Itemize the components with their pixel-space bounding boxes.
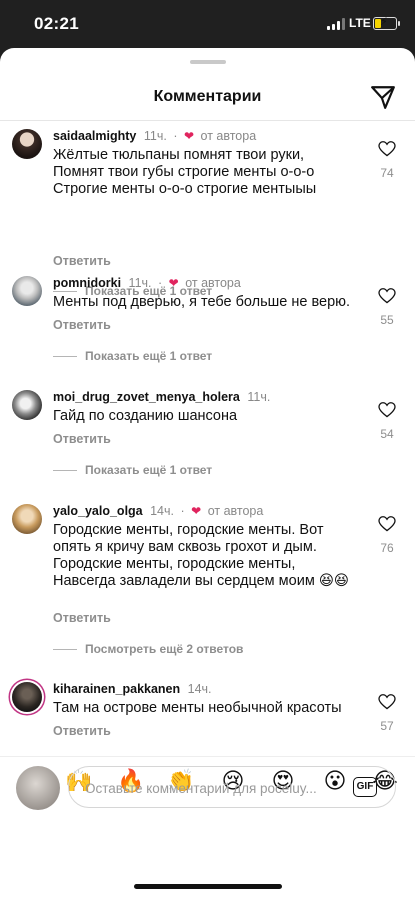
author-liked-label: от автора — [200, 129, 257, 143]
comment-header: kiharainen_pakkanen 14ч. — [53, 682, 212, 696]
header-divider — [0, 120, 415, 121]
comment-time: 11ч. — [143, 129, 167, 143]
page-title: Комментарии — [153, 88, 262, 105]
show-replies-label: Показать ещё 1 ответ — [85, 463, 213, 477]
show-replies-label: Показать ещё 1 ответ — [85, 349, 213, 363]
reply-button[interactable]: Ответить — [53, 611, 111, 625]
gif-button[interactable]: GIF — [353, 777, 377, 797]
home-indicator — [134, 884, 282, 889]
reply-button[interactable]: Ответить — [53, 254, 111, 268]
author-heart-icon: ❤ — [168, 276, 179, 290]
like-count: 54 — [380, 427, 394, 441]
show-replies-button[interactable]: Показать ещё 1 ответ — [53, 463, 212, 477]
comment-time: 11ч. — [128, 276, 152, 290]
like-button[interactable]: 57 — [375, 694, 399, 733]
comment-header: yalo_yalo_olga 14ч. · ❤ от автора — [53, 504, 263, 518]
like-count: 76 — [380, 541, 394, 555]
reply-button[interactable]: Ответить — [53, 432, 111, 446]
comment-time: 14ч. — [150, 504, 174, 518]
separator-dot: · — [180, 504, 185, 518]
comment-text: Там на острове менты необычной красоты — [53, 700, 342, 716]
author-liked-label: от автора — [207, 504, 264, 518]
comment-time: 11ч. — [247, 390, 271, 404]
comment-username[interactable]: moi_drug_zovet_menya_holera — [53, 390, 240, 404]
comment-username[interactable]: kiharainen_pakkanen — [53, 682, 180, 696]
separator-dot: · — [173, 129, 178, 143]
sheet-grabber[interactable] — [190, 60, 226, 64]
cellular-signal-icon — [327, 18, 345, 30]
comment-username[interactable]: yalo_yalo_olga — [53, 504, 143, 518]
like-count: 55 — [380, 313, 394, 327]
author-heart-icon: ❤ — [191, 504, 202, 518]
heart-outline-icon — [378, 694, 396, 710]
avatar[interactable] — [12, 390, 42, 420]
thread-line — [53, 649, 77, 651]
reply-button[interactable]: Ответить — [53, 318, 111, 332]
author-liked-label: от автора — [185, 276, 241, 290]
like-button[interactable]: 74 — [375, 141, 399, 180]
comments-sheet: Комментарии saidaalmighty 11ч. · ❤ от ав… — [0, 48, 415, 900]
comment-composer: GIF — [68, 766, 396, 809]
comment-username[interactable]: saidaalmighty — [53, 129, 136, 143]
comment-text: Гайд по созданию шансона — [53, 408, 238, 424]
heart-outline-icon — [378, 288, 396, 304]
heart-outline-icon — [378, 402, 396, 418]
status-time: 02:21 — [34, 14, 79, 33]
heart-outline-icon — [378, 516, 396, 532]
comment-text: Городские менты, городские менты. Вот оп… — [53, 522, 350, 589]
thread-line — [53, 470, 77, 472]
send-icon[interactable] — [370, 84, 396, 110]
show-replies-label: Посмотреть ещё 2 ответов — [85, 642, 244, 656]
like-button[interactable]: 55 — [375, 288, 399, 327]
comment-input[interactable] — [83, 767, 347, 809]
show-replies-button[interactable]: Посмотреть ещё 2 ответов — [53, 642, 243, 656]
avatar[interactable] — [12, 504, 42, 534]
author-heart-icon: ❤ — [183, 129, 195, 143]
status-bar: 02:21 LTE ⚡ — [0, 0, 415, 46]
like-button[interactable]: 54 — [375, 402, 399, 441]
like-count: 57 — [380, 719, 394, 733]
avatar[interactable] — [12, 682, 42, 712]
avatar[interactable] — [12, 129, 42, 159]
battery-icon: ⚡ — [373, 16, 400, 30]
current-user-avatar — [16, 766, 60, 810]
comment-time: 14ч. — [187, 682, 212, 696]
reply-button[interactable]: Ответить — [53, 724, 111, 738]
comment-header: moi_drug_zovet_menya_holera 11ч. — [53, 390, 270, 404]
comment-text: Менты под дверью, я тебе больше не верю. — [53, 294, 351, 310]
comment-text: Жёлтые тюльпаны помнят твои руки, Помнят… — [53, 147, 317, 197]
thread-line — [53, 356, 77, 358]
heart-outline-icon — [378, 141, 396, 157]
avatar[interactable] — [12, 276, 42, 306]
show-replies-button[interactable]: Показать ещё 1 ответ — [53, 349, 212, 363]
comment-header: pomnidorki 11ч. · ❤ от автора — [53, 276, 241, 290]
separator-dot: · — [158, 276, 163, 290]
like-button[interactable]: 76 — [375, 516, 399, 555]
comment-header: saidaalmighty 11ч. · ❤ от автора — [53, 129, 256, 143]
thread-line — [53, 291, 77, 293]
like-count: 74 — [380, 166, 394, 180]
comment-username[interactable]: pomnidorki — [53, 276, 121, 290]
network-type: LTE — [349, 16, 371, 30]
